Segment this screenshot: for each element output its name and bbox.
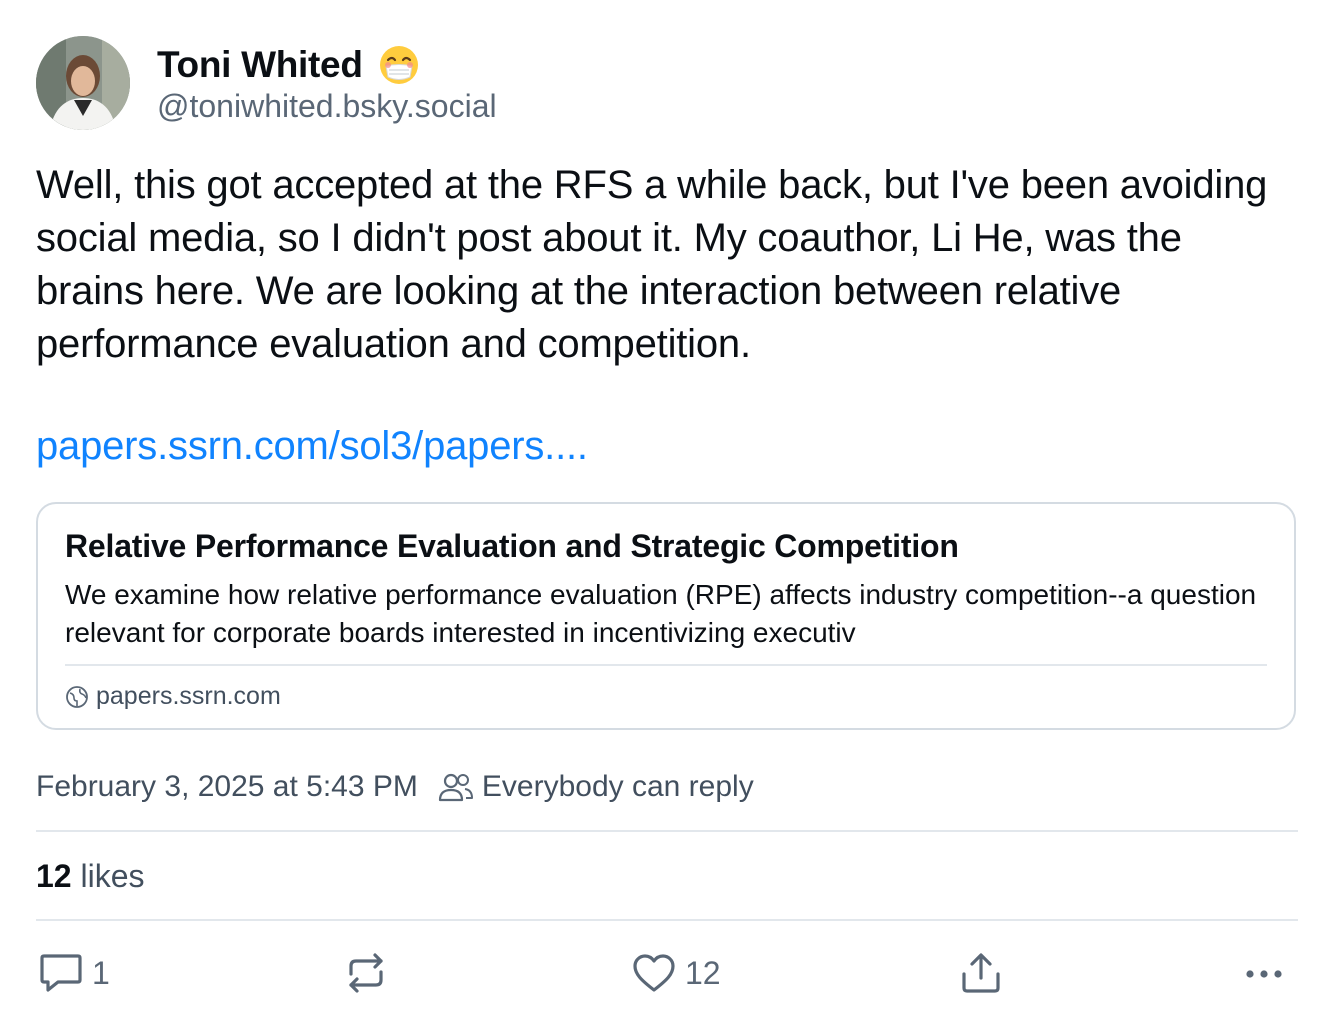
- share-icon: [962, 953, 1000, 993]
- handle[interactable]: @toniwhited.bsky.social: [157, 88, 497, 125]
- repost-button[interactable]: [343, 952, 397, 994]
- more-options-icon: [1246, 970, 1282, 978]
- post-meta: February 3, 2025 at 5:43 PM Everybody ca…: [36, 770, 754, 804]
- reply-count: 1: [92, 954, 110, 991]
- likes-label: likes: [71, 858, 145, 894]
- more-options-button[interactable]: [1241, 952, 1287, 994]
- like-count: 12: [685, 954, 721, 991]
- post-link[interactable]: papers.ssrn.com/sol3/papers....: [36, 424, 1298, 469]
- link-card-domain-row: papers.ssrn.com: [65, 682, 281, 711]
- likes-stat[interactable]: 12 likes: [36, 858, 145, 895]
- link-card-description: We examine how relative performance eval…: [65, 579, 1257, 648]
- link-card-title: Relative Performance Evaluation and Stra…: [65, 528, 959, 564]
- people-icon: [438, 773, 473, 802]
- action-bar: 1 12: [36, 952, 1298, 1002]
- link-card-domain: papers.ssrn.com: [96, 682, 281, 710]
- divider: [36, 919, 1298, 921]
- globe-icon: [66, 685, 88, 708]
- repost-icon: [349, 953, 383, 993]
- post-text: Well, this got accepted at the RFS a whi…: [36, 163, 1268, 366]
- author-names: Toni Whited @toniwhited.bsky.social: [157, 42, 497, 125]
- reply-icon: [40, 954, 82, 992]
- heart-icon: [633, 954, 675, 992]
- post: Toni Whited @toniwhited.bsky.social Well…: [36, 36, 1298, 993]
- link-card[interactable]: Relative Performance Evaluation and Stra…: [36, 502, 1296, 730]
- post-header: Toni Whited @toniwhited.bsky.social: [36, 36, 1298, 130]
- reply-setting[interactable]: Everybody can reply: [482, 770, 754, 804]
- avatar[interactable]: [36, 36, 130, 130]
- display-name[interactable]: Toni Whited: [157, 44, 363, 86]
- timestamp[interactable]: February 3, 2025 at 5:43 PM: [36, 770, 418, 804]
- share-button[interactable]: [958, 952, 1004, 994]
- reply-button[interactable]: 1: [38, 952, 110, 994]
- divider: [36, 830, 1298, 832]
- like-button[interactable]: 12: [631, 952, 721, 994]
- likes-count: 12: [36, 858, 72, 894]
- face-with-medical-mask-emoji: [379, 45, 418, 84]
- link-card-divider: [65, 664, 1267, 666]
